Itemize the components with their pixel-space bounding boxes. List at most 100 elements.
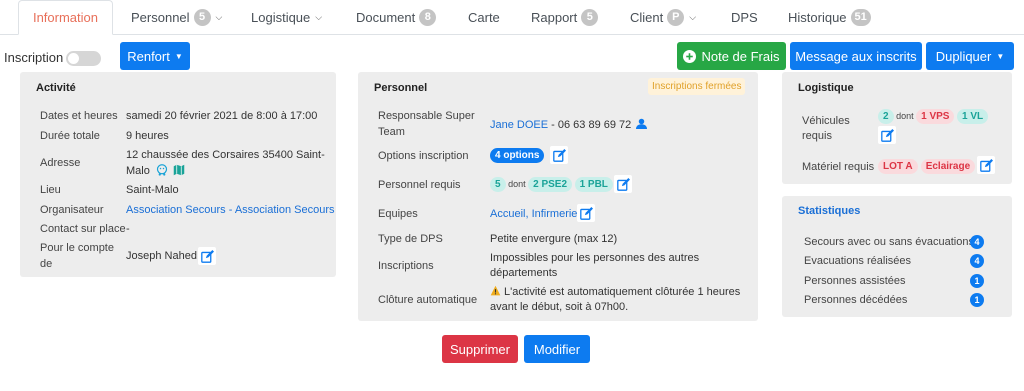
caret-down-icon: ▼: [996, 51, 1005, 61]
tab-rapport[interactable]: Rapport 5: [531, 0, 599, 34]
tab-label: Historique: [788, 9, 847, 25]
responsable-label-line2: Team: [378, 126, 405, 138]
options-badge[interactable]: 4 options: [490, 148, 545, 163]
stat-label: Evacuations réalisées: [804, 255, 912, 267]
tab-label: Carte: [468, 9, 500, 25]
plus-circle-icon: [683, 49, 697, 63]
cloture-label: Clôture automatique: [378, 294, 478, 306]
materiel-lota-badge: LOT A: [878, 159, 918, 174]
count-badge: 5: [581, 8, 599, 26]
chevron-down-icon: ⌵: [215, 11, 223, 22]
edit-icon: [200, 249, 214, 263]
note-de-frais-label: Note de Frais: [701, 48, 780, 64]
adresse-line1: 12 chaussée des Corsaires 35400 Saint-: [126, 149, 325, 161]
renfort-button-label: Renfort: [127, 48, 170, 64]
tab-bar: Information Personnel 5 ⌵ Logistique ⌵ Docu…: [0, 0, 1024, 35]
type-value: Petite envergure (max 12): [490, 233, 618, 245]
stat-count-badge: 4: [970, 254, 984, 268]
modifier-button[interactable]: Modifier: [524, 335, 590, 363]
edit-vehicules-button[interactable]: [878, 126, 896, 144]
tab-label: Rapport: [531, 9, 578, 25]
vehicules-vps-badge: 1 VPS: [916, 109, 955, 124]
count-badge: 5: [193, 8, 211, 26]
tab-information[interactable]: Information: [18, 0, 113, 35]
tab-client[interactable]: Client P ⌵: [630, 0, 696, 34]
edit-options-button[interactable]: [550, 146, 568, 164]
supprimer-button[interactable]: Supprimer: [442, 335, 518, 363]
chevron-down-icon: ⌵: [689, 11, 697, 22]
cloture-line1: L'activité est automatiquement clôturée …: [504, 286, 741, 298]
edit-materiel-button[interactable]: [977, 156, 995, 174]
lieu-label: Lieu: [40, 184, 61, 196]
tab-label: Personnel: [131, 9, 190, 25]
tab-dps[interactable]: DPS: [731, 0, 758, 34]
requis-label: Personnel requis: [378, 179, 461, 191]
equipes-label: Equipes: [378, 208, 418, 220]
tab-carte[interactable]: Carte: [468, 0, 500, 34]
logistique-title: Logistique: [798, 82, 854, 94]
adresse-line2-wrap: Malo: [126, 164, 185, 179]
materiel-value: LOT A Eclairage: [878, 159, 976, 174]
edit-icon: [979, 158, 993, 172]
vehicules-label-line1: Véhicules: [802, 115, 850, 127]
responsable-label-line1: Responsable Super: [378, 110, 475, 122]
tab-logistique[interactable]: Logistique ⌵: [251, 0, 322, 34]
responsable-phone: - 06 63 89 69 72: [548, 119, 632, 131]
waze-icon[interactable]: [156, 164, 168, 176]
warning-icon: [490, 285, 501, 296]
inscriptions-label: Inscriptions: [378, 260, 434, 272]
message-inscrits-button[interactable]: Message aux inscrits: [790, 42, 922, 70]
vehicules-count-badge: 2: [878, 109, 894, 124]
dupliquer-button[interactable]: Dupliquer ▼: [926, 42, 1014, 70]
requis-pse2-badge: 2 PSE2: [528, 177, 573, 192]
note-de-frais-button[interactable]: Note de Frais: [677, 42, 786, 70]
contact-label: Contact sur place: [40, 223, 126, 235]
edit-icon: [579, 206, 593, 220]
materiel-label: Matériel requis: [802, 161, 875, 173]
adresse-line2: Malo: [126, 165, 150, 177]
edit-compte-button[interactable]: [198, 247, 216, 265]
vehicules-value: 2 dont 1 VPS 1 VL: [878, 109, 989, 124]
tab-personnel[interactable]: Personnel 5 ⌵: [131, 0, 222, 34]
responsable-link[interactable]: Jane DOEE: [490, 119, 548, 131]
edit-equipes-button[interactable]: [577, 204, 595, 222]
duree-value: 9 heures: [126, 130, 169, 142]
organisateur-link[interactable]: Association Secours - Association Secour…: [126, 203, 335, 218]
adresse-label: Adresse: [40, 157, 81, 169]
statistiques-title: Statistiques: [798, 205, 861, 217]
tab-label: Logistique: [251, 9, 311, 25]
lieu-value: Saint-Malo: [126, 184, 179, 196]
responsable-value: Jane DOEE - 06 63 89 69 72: [490, 118, 648, 133]
inscription-toggle[interactable]: [66, 51, 101, 66]
map-icon[interactable]: [173, 164, 185, 176]
options-value-wrap: 4 options: [490, 148, 545, 163]
modifier-label: Modifier: [533, 341, 581, 357]
tab-label: Document: [356, 9, 416, 25]
stat-count-badge: 4: [970, 235, 984, 249]
inscriptions-line1: Impossibles pour les personnes des autre…: [490, 252, 700, 264]
tab-label: Information: [32, 10, 99, 25]
equipes-link[interactable]: Accueil, Infirmerie: [490, 207, 577, 222]
renfort-button[interactable]: Renfort ▼: [120, 42, 190, 70]
chevron-down-icon: ⌵: [315, 11, 323, 22]
cloture-line1-wrap: L'activité est automatiquement clôturée …: [490, 285, 740, 300]
compte-label-line1: Pour le compte: [40, 242, 114, 254]
activite-card: Activité Dates et heures samedi 20 févri…: [20, 72, 336, 277]
logistique-card: Logistique Véhicules requis 2 dont 1 VPS…: [782, 72, 1012, 184]
vehicules-label-line2: requis: [802, 130, 832, 142]
message-inscrits-label: Message aux inscrits: [795, 48, 917, 64]
tab-label: Client: [630, 9, 664, 25]
requis-dont: dont: [508, 179, 526, 189]
personnel-title: Personnel: [374, 82, 428, 94]
tab-historique[interactable]: Historique 51: [788, 0, 871, 34]
edit-requis-button[interactable]: [614, 175, 632, 193]
stat-label: Personnes décédées: [804, 294, 908, 306]
stat-label: Secours avec ou sans évacuations: [804, 236, 974, 248]
count-badge: P: [667, 8, 685, 26]
dates-value: samedi 20 février 2021 de 8:00 à 17:00: [126, 110, 318, 122]
contact-value: -: [126, 223, 130, 235]
inscriptions-line2: départements: [490, 267, 558, 279]
organisateur-label: Organisateur: [40, 204, 104, 216]
tab-document[interactable]: Document 8: [356, 0, 437, 34]
personnel-card: Personnel Inscriptions fermées Responsab…: [358, 72, 758, 321]
